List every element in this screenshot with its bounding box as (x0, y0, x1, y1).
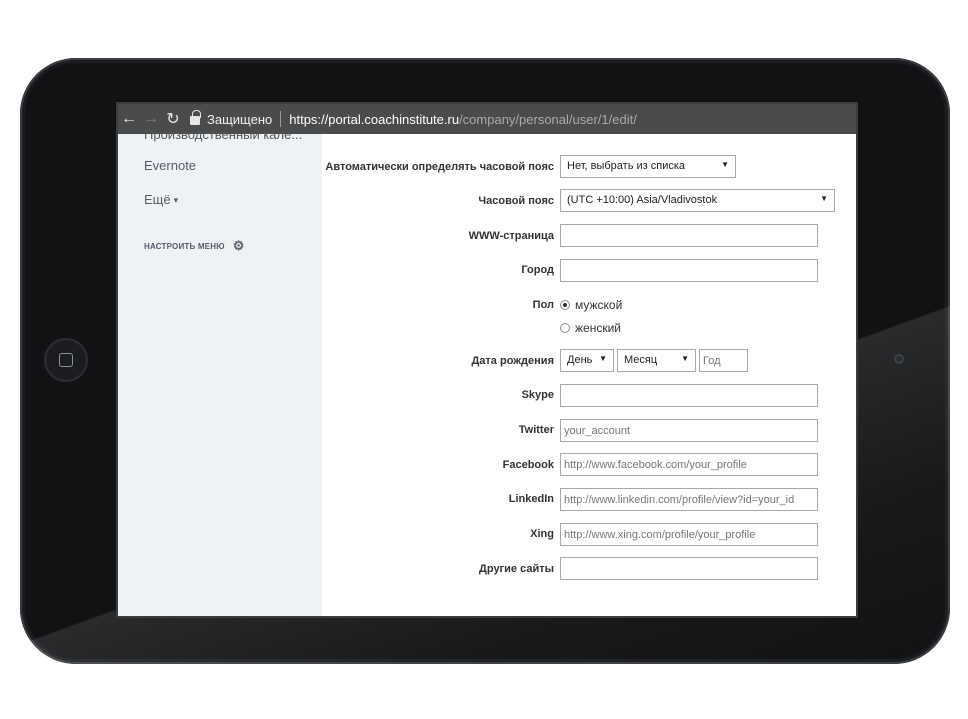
caret-down-icon: ▾ (173, 195, 179, 206)
address-separator (280, 111, 282, 127)
sidebar-item-more-label: Ещё (144, 192, 171, 207)
secure-label[interactable]: Защищено (207, 112, 272, 127)
dropdown-arrow-icon: ▼ (681, 354, 689, 363)
configure-menu-button[interactable]: НАСТРОИТЬ МЕНЮ ⚙ (144, 238, 245, 254)
sidebar-item-calendar[interactable]: Производственный кале... (144, 127, 302, 142)
city-label: Город (521, 264, 554, 276)
xing-input[interactable] (560, 523, 818, 546)
city-input[interactable] (560, 259, 818, 282)
home-square-icon (59, 353, 73, 367)
dropdown-arrow-icon: ▼ (820, 194, 828, 203)
url-scheme: https:// (289, 111, 329, 127)
url-path: /company/personal/user/1/edit/ (459, 111, 637, 127)
gender-option-male[interactable]: мужской (560, 298, 622, 312)
url-host: portal.coachinstitute.ru (328, 111, 460, 127)
radio-male[interactable] (560, 300, 570, 310)
configure-menu-label: НАСТРОИТЬ МЕНЮ (144, 241, 225, 251)
auto-timezone-label: Автоматически определять часовой пояс (325, 161, 554, 173)
other-sites-input[interactable] (560, 557, 818, 580)
www-input[interactable] (560, 224, 818, 247)
linkedin-input[interactable] (560, 488, 818, 511)
xing-label: Xing (530, 528, 554, 540)
gender-male-label: мужской (575, 298, 623, 312)
twitter-input[interactable] (560, 419, 818, 442)
arrow-left-icon[interactable]: ← (118, 104, 140, 134)
www-label: WWW-страница (468, 230, 554, 242)
birth-month-value: Месяц (624, 354, 658, 366)
dropdown-arrow-icon: ▼ (599, 354, 607, 363)
url-field[interactable]: https://portal.coachinstitute.ru/company… (289, 112, 637, 127)
auto-timezone-value: Нет, выбрать из списка (567, 160, 686, 172)
timezone-label: Часовой пояс (478, 195, 554, 207)
facebook-label: Facebook (502, 459, 554, 471)
profile-form: Автоматически определять часовой пояс Не… (322, 134, 856, 616)
gender-option-female[interactable]: женский (560, 321, 621, 335)
sidebar-item-more[interactable]: Ещё ▾ (144, 192, 178, 207)
radio-female[interactable] (560, 323, 570, 333)
linkedin-label: LinkedIn (508, 493, 554, 505)
gear-icon: ⚙ (232, 238, 245, 253)
screen: ← → ↻ Защищено https://portal.coachinsti… (116, 102, 858, 618)
timezone-value: (UTC +10:00) Asia/Vladivostok (567, 194, 718, 206)
auto-timezone-select[interactable]: Нет, выбрать из списка ▼ (560, 155, 736, 178)
birthdate-label: Дата рождения (471, 355, 554, 367)
skype-input[interactable] (560, 384, 818, 407)
gender-female-label: женский (575, 321, 621, 335)
birth-day-select[interactable]: День ▼ (560, 349, 614, 372)
other-sites-label: Другие сайты (479, 563, 554, 575)
birth-day-value: День (567, 354, 593, 366)
home-button[interactable] (44, 338, 88, 382)
skype-label: Skype (521, 389, 554, 401)
gender-label: Пол (532, 299, 554, 311)
left-sidebar: Производственный кале... Evernote Ещё ▾ Н… (118, 127, 322, 616)
sidebar-item-evernote[interactable]: Evernote (144, 158, 196, 173)
lock-icon (190, 110, 201, 125)
twitter-label: Twitter (518, 424, 554, 436)
birth-year-input[interactable] (699, 349, 748, 372)
facebook-input[interactable] (560, 453, 818, 476)
timezone-select[interactable]: (UTC +10:00) Asia/Vladivostok ▼ (560, 189, 835, 212)
dropdown-arrow-icon: ▼ (721, 160, 729, 169)
camera-icon (894, 354, 904, 364)
birth-month-select[interactable]: Месяц ▼ (617, 349, 696, 372)
